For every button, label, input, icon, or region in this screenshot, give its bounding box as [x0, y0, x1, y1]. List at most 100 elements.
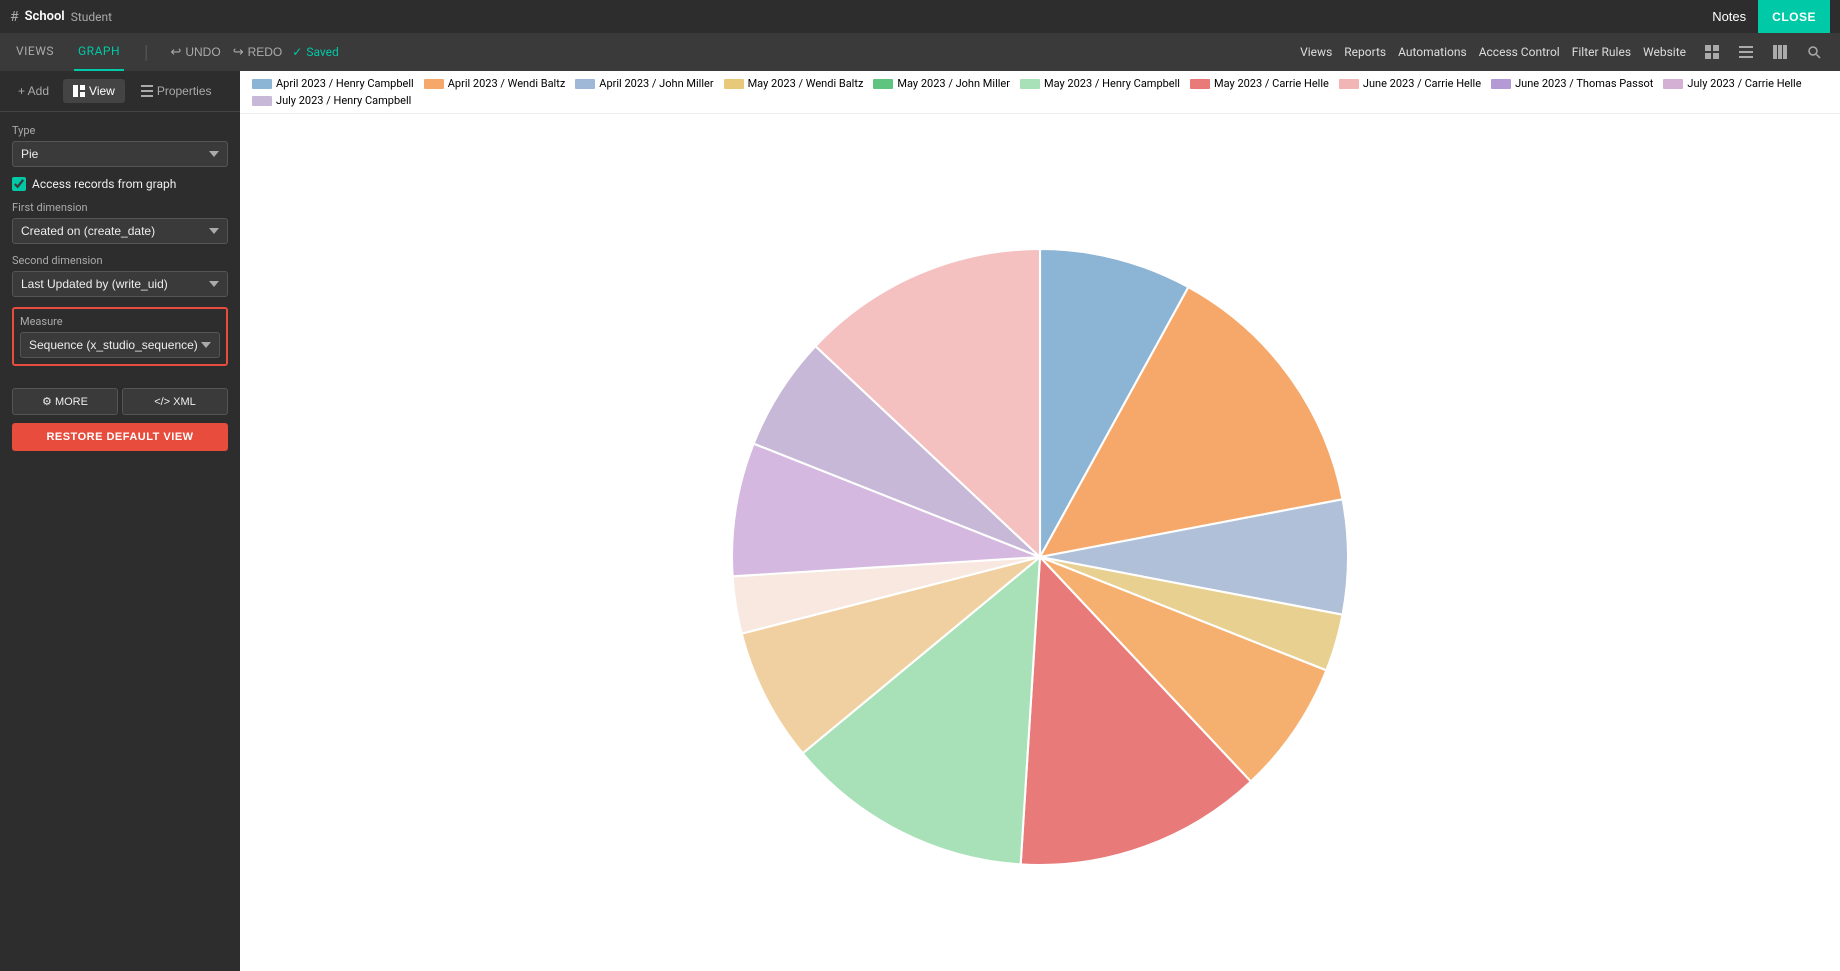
legend-label: April 2023 / Wendi Baltz	[448, 77, 566, 90]
btn-row: ⚙ MORE </> XML	[12, 388, 228, 415]
filter-rules-link[interactable]: Filter Rules	[1572, 45, 1631, 59]
toolbar-icons	[1698, 38, 1828, 66]
legend-item: June 2023 / Thomas Passot	[1491, 77, 1653, 90]
legend-item: April 2023 / Wendi Baltz	[424, 77, 566, 90]
first-dim-group: First dimension Created on (create_date)	[12, 201, 228, 244]
add-button[interactable]: + Add	[12, 80, 55, 102]
views-link[interactable]: Views	[1300, 45, 1332, 59]
sidebar-buttons: ⚙ MORE </> XML RESTORE DEFAULT VIEW	[0, 378, 240, 461]
legend-item: May 2023 / Wendi Baltz	[724, 77, 864, 90]
legend-color	[1339, 79, 1359, 89]
second-dim-select[interactable]: Last Updated by (write_uid)	[12, 271, 228, 297]
legend-item: May 2023 / John Miller	[873, 77, 1010, 90]
legend-item: July 2023 / Carrie Helle	[1663, 77, 1801, 90]
measure-section: Measure Sequence (x_studio_sequence)	[12, 307, 228, 366]
list-icon	[1739, 45, 1753, 59]
toolbar-right: Views Reports Automations Access Control…	[1300, 38, 1828, 66]
notes-button[interactable]: Notes	[1700, 0, 1758, 33]
xml-button[interactable]: </> XML	[122, 388, 228, 415]
top-bar: # School Student Notes CLOSE	[0, 0, 1840, 33]
hash-icon: #	[10, 9, 19, 25]
restore-button[interactable]: RESTORE DEFAULT VIEW	[12, 423, 228, 451]
properties-icon	[141, 85, 153, 97]
legend-color	[1491, 79, 1511, 89]
type-select[interactable]: Pie	[12, 141, 228, 167]
legend-item: July 2023 / Henry Campbell	[252, 94, 411, 107]
legend-label: April 2023 / John Miller	[599, 77, 713, 90]
redo-button[interactable]: ↪ REDO	[231, 33, 285, 71]
access-control-link[interactable]: Access Control	[1479, 45, 1560, 59]
reports-link[interactable]: Reports	[1344, 45, 1386, 59]
legend-item: April 2023 / John Miller	[575, 77, 713, 90]
type-label: Type	[12, 124, 228, 137]
properties-button[interactable]: Properties	[133, 79, 220, 103]
legend-color	[873, 79, 893, 89]
close-button[interactable]: CLOSE	[1758, 0, 1830, 33]
legend-color	[1020, 79, 1040, 89]
website-link[interactable]: Website	[1643, 45, 1686, 59]
app-title: # School Student	[10, 9, 112, 25]
access-records-row: Access records from graph	[12, 177, 228, 191]
sidebar: + Add View Properties Type Pie	[0, 71, 240, 971]
legend-label: May 2023 / Wendi Baltz	[748, 77, 864, 90]
view-icon	[73, 85, 85, 97]
legend-label: July 2023 / Carrie Helle	[1687, 77, 1801, 90]
chart-area: April 2023 / Henry Campbell April 2023 / …	[240, 71, 1840, 971]
second-dim-label: Second dimension	[12, 254, 228, 267]
pie-chart	[690, 193, 1390, 893]
nav-tabs: VIEWS GRAPH	[12, 33, 124, 71]
legend-label: May 2023 / Carrie Helle	[1214, 77, 1329, 90]
top-bar-right: Notes CLOSE	[1700, 0, 1830, 33]
second-bar: VIEWS GRAPH | ↩ UNDO ↪ REDO ✓ Saved View…	[0, 33, 1840, 71]
second-dim-group: Second dimension Last Updated by (write_…	[12, 254, 228, 297]
access-records-checkbox[interactable]	[12, 177, 26, 191]
legend-item: May 2023 / Henry Campbell	[1020, 77, 1180, 90]
columns-icon-button[interactable]	[1766, 38, 1794, 66]
legend-color	[724, 79, 744, 89]
measure-label: Measure	[20, 315, 220, 328]
redo-icon: ↪	[233, 44, 244, 60]
first-dim-label: First dimension	[12, 201, 228, 214]
search-icon	[1807, 45, 1821, 59]
more-button[interactable]: ⚙ MORE	[12, 388, 118, 415]
legend-label: May 2023 / Henry Campbell	[1044, 77, 1180, 90]
legend-label: July 2023 / Henry Campbell	[276, 94, 411, 107]
access-records-label: Access records from graph	[32, 177, 176, 191]
check-icon: ✓	[292, 45, 302, 59]
legend: April 2023 / Henry Campbell April 2023 / …	[240, 71, 1840, 114]
legend-label: June 2023 / Carrie Helle	[1363, 77, 1481, 90]
main-layout: + Add View Properties Type Pie	[0, 71, 1840, 971]
saved-indicator: ✓ Saved	[292, 45, 339, 59]
list-icon-button[interactable]	[1732, 38, 1760, 66]
legend-color	[1190, 79, 1210, 89]
first-dim-select[interactable]: Created on (create_date)	[12, 218, 228, 244]
legend-color	[575, 79, 595, 89]
tab-views[interactable]: VIEWS	[12, 33, 58, 71]
legend-color	[252, 96, 272, 106]
legend-color	[424, 79, 444, 89]
divider: |	[144, 42, 148, 63]
grid-icon	[1705, 45, 1719, 59]
sidebar-content: Type Pie Access records from graph First…	[0, 112, 240, 378]
automations-link[interactable]: Automations	[1398, 45, 1467, 59]
student-label: Student	[71, 10, 112, 24]
school-name: School	[25, 9, 65, 24]
legend-item: April 2023 / Henry Campbell	[252, 77, 414, 90]
grid-icon-button[interactable]	[1698, 38, 1726, 66]
undo-icon: ↩	[170, 44, 181, 60]
sidebar-header: + Add View Properties	[0, 71, 240, 112]
pie-container	[240, 114, 1840, 971]
search-icon-button[interactable]	[1800, 38, 1828, 66]
columns-icon	[1773, 45, 1787, 59]
legend-label: May 2023 / John Miller	[897, 77, 1010, 90]
measure-select[interactable]: Sequence (x_studio_sequence)	[20, 332, 220, 358]
legend-item: May 2023 / Carrie Helle	[1190, 77, 1329, 90]
legend-color	[252, 79, 272, 89]
view-tab-button[interactable]: View	[63, 79, 125, 103]
legend-color	[1663, 79, 1683, 89]
undo-button[interactable]: ↩ UNDO	[168, 33, 222, 71]
legend-label: April 2023 / Henry Campbell	[276, 77, 414, 90]
type-field-group: Type Pie	[12, 124, 228, 167]
legend-item: June 2023 / Carrie Helle	[1339, 77, 1481, 90]
tab-graph[interactable]: GRAPH	[74, 33, 124, 71]
